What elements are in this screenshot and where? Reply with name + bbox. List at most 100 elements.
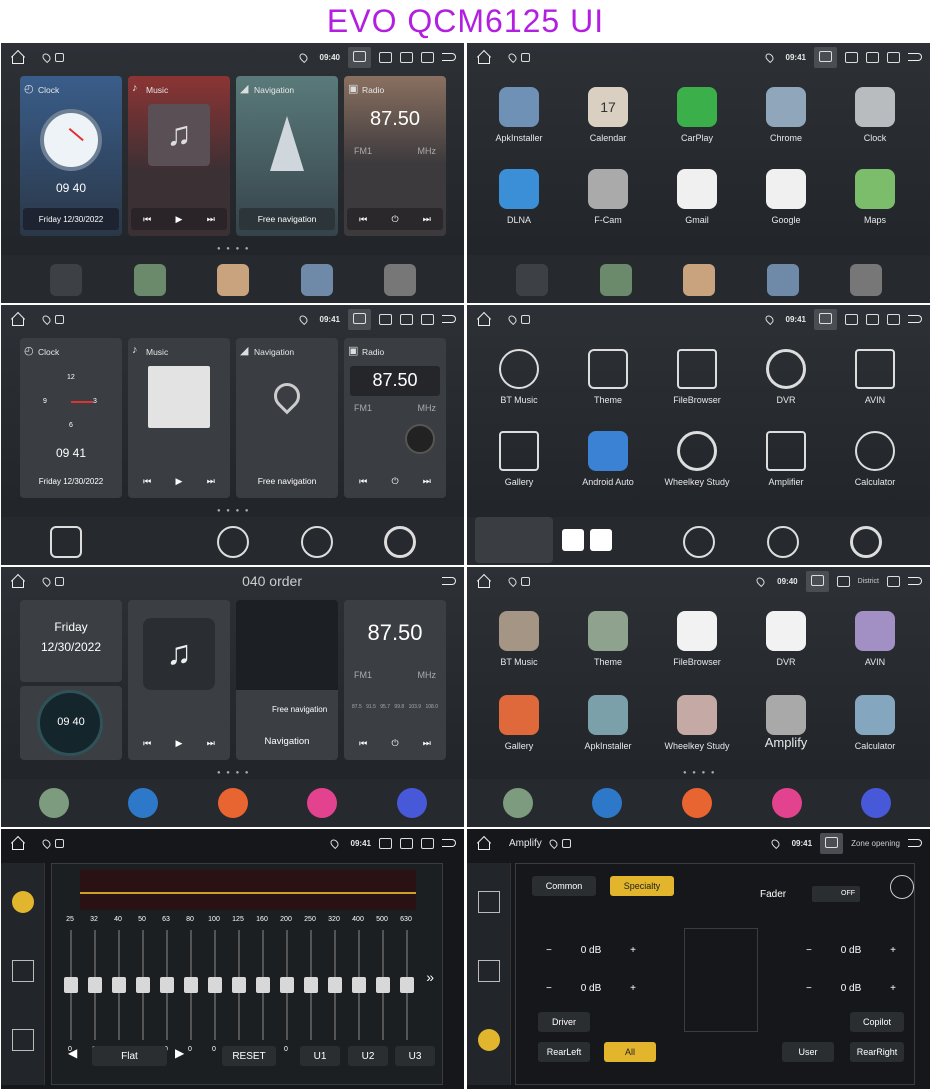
plus-button[interactable]: + <box>630 945 636 956</box>
app-amplifier[interactable]: Amplifier <box>746 431 826 487</box>
next-icon[interactable]: ⏭ <box>423 476 431 487</box>
back-icon[interactable] <box>908 53 922 61</box>
app-dvr[interactable]: DVR <box>746 349 826 405</box>
eq-slider-knob[interactable] <box>160 977 174 993</box>
dock-settings-icon[interactable] <box>384 264 416 296</box>
dock-radio-icon[interactable] <box>50 264 82 296</box>
next-icon[interactable]: ⏭ <box>423 738 431 749</box>
app-apkinstaller[interactable]: ApkInstaller <box>568 695 648 751</box>
common-tab[interactable]: Common <box>532 876 596 896</box>
back-icon[interactable] <box>442 315 456 323</box>
power-icon[interactable]: ⏻ <box>391 476 398 487</box>
home-icon[interactable] <box>475 312 491 326</box>
home-icon[interactable] <box>475 50 491 64</box>
copilot-button[interactable]: Copilot <box>850 1012 904 1032</box>
back-icon[interactable] <box>908 577 922 585</box>
dock-bluetooth-icon[interactable] <box>128 788 158 818</box>
dock-music-icon[interactable] <box>301 264 333 296</box>
prev-icon[interactable]: ⏮ <box>359 738 367 749</box>
back-icon[interactable] <box>442 53 456 61</box>
nav-card[interactable]: ◢ Navigation Free navigation <box>236 76 338 236</box>
close-box-icon[interactable] <box>866 51 879 63</box>
dock-phone-icon[interactable] <box>134 264 166 296</box>
eq-slider-knob[interactable] <box>208 977 222 993</box>
plus-button[interactable]: + <box>890 983 896 994</box>
preset-prev-button[interactable]: ◀ <box>68 1046 77 1060</box>
waveform-icon[interactable] <box>12 960 34 982</box>
waveform-icon[interactable] <box>478 960 500 982</box>
eq-slider-knob[interactable] <box>304 977 318 993</box>
dock-radio-icon[interactable] <box>39 788 69 818</box>
plus-button[interactable]: + <box>890 945 896 956</box>
free-navigation-button[interactable]: Free navigation <box>239 208 335 230</box>
screenshot-icon[interactable] <box>348 308 371 330</box>
eq-slider-knob[interactable] <box>400 977 414 993</box>
eq-slider-knob[interactable] <box>232 977 246 993</box>
collapse-icon[interactable] <box>478 1029 500 1051</box>
dock-settings-icon[interactable] <box>850 526 882 558</box>
nav-card[interactable]: Free navigation Navigation <box>236 600 338 760</box>
next-icon[interactable]: ⏭ <box>207 214 215 225</box>
minus-button[interactable]: − <box>546 983 552 994</box>
volume-icon[interactable] <box>379 51 392 63</box>
app-avin[interactable]: AVIN <box>835 349 915 405</box>
back-icon[interactable] <box>908 315 922 323</box>
user-button[interactable]: User <box>782 1042 834 1062</box>
home-icon[interactable] <box>9 574 25 588</box>
window-icon[interactable] <box>887 575 900 587</box>
u1-button[interactable]: U1 <box>300 1046 340 1066</box>
dock-video-icon[interactable] <box>217 264 249 296</box>
close-box-icon[interactable] <box>866 313 879 325</box>
rearright-button[interactable]: RearRight <box>850 1042 904 1062</box>
tuning-knob[interactable] <box>405 424 435 454</box>
prev-icon[interactable]: ⏮ <box>359 214 367 225</box>
app-bt-music[interactable]: BT Music <box>479 349 559 405</box>
app-android-auto[interactable]: Android Auto <box>568 431 648 487</box>
free-navigation-button[interactable]: Free navigation <box>239 470 335 492</box>
close-box-icon[interactable] <box>400 51 413 63</box>
radio-card[interactable]: 87.50 FM1 MHz 87.5 91.5 95.7 99.8 103.9 108.0… <box>344 600 446 760</box>
app-filebrowser[interactable]: FileBrowser <box>657 349 737 405</box>
app-apkinstaller[interactable]: ApkInstaller <box>479 87 559 143</box>
eq-sliders-icon[interactable] <box>12 891 34 913</box>
all-button[interactable]: All <box>604 1042 656 1062</box>
u2-button[interactable]: U2 <box>348 1046 388 1066</box>
app-avin[interactable]: AVIN <box>835 611 915 667</box>
plus-button[interactable]: + <box>630 983 636 994</box>
prev-icon[interactable]: ⏮ <box>143 738 151 749</box>
eq-slider-knob[interactable] <box>184 977 198 993</box>
volume-icon[interactable] <box>845 313 858 325</box>
dock-video-icon[interactable] <box>683 526 715 558</box>
dock-radio-icon[interactable] <box>503 788 533 818</box>
minus-button[interactable]: − <box>806 945 812 956</box>
volume-icon[interactable] <box>379 837 392 849</box>
app-dvr[interactable]: DVR <box>746 611 826 667</box>
next-icon[interactable]: ⏭ <box>207 738 215 749</box>
back-icon[interactable] <box>442 577 456 585</box>
dock-phone-icon[interactable] <box>600 264 632 296</box>
window-icon[interactable] <box>421 51 434 63</box>
nav-card[interactable]: ◢ Navigation Free navigation <box>236 338 338 498</box>
minus-button[interactable]: − <box>546 945 552 956</box>
free-navigation-label[interactable]: Free navigation <box>272 705 327 714</box>
eq-sliders-icon[interactable] <box>478 891 500 913</box>
app-carplay[interactable]: CarPlay <box>657 87 737 143</box>
dock-settings-icon[interactable] <box>397 788 427 818</box>
edit-button[interactable] <box>590 529 612 551</box>
app-theme[interactable]: Theme <box>568 611 648 667</box>
prev-icon[interactable]: ⏮ <box>359 476 367 487</box>
eq-slider-knob[interactable] <box>328 977 342 993</box>
music-card[interactable]: ♪ Music ⏮ ▶ ⏭ <box>128 338 230 498</box>
dock-radio-icon[interactable] <box>516 264 548 296</box>
play-icon[interactable]: ▶ <box>176 214 183 225</box>
eq-slider-knob[interactable] <box>280 977 294 993</box>
close-box-icon[interactable] <box>400 313 413 325</box>
window-icon[interactable] <box>887 313 900 325</box>
screenshot-icon[interactable] <box>820 832 844 854</box>
dock-music-icon[interactable] <box>767 264 799 296</box>
app-amplify[interactable]: Amplify <box>746 695 826 756</box>
clock-card[interactable]: ◴ Clock 12 3 6 9 09 41 Friday 12/30/2022 <box>20 338 122 498</box>
fader-toggle[interactable]: OFF <box>812 886 860 902</box>
screenshot-icon[interactable] <box>814 308 837 330</box>
eq-slider-knob[interactable] <box>352 977 366 993</box>
